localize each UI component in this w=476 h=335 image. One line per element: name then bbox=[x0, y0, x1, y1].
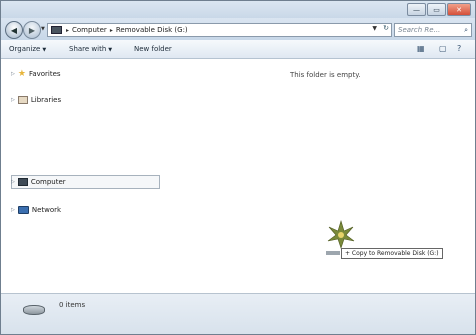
empty-folder-message: This folder is empty. bbox=[290, 71, 361, 79]
sidebar-item-label: Favorites bbox=[28, 70, 61, 78]
expand-icon[interactable]: ▷ bbox=[11, 207, 15, 213]
chevron-down-icon: ▼ bbox=[42, 47, 47, 53]
dragged-image-icon[interactable] bbox=[327, 219, 355, 249]
minimize-button[interactable]: — bbox=[407, 3, 426, 16]
expand-icon[interactable]: ▷ bbox=[11, 179, 15, 185]
drag-preview-strip bbox=[326, 251, 340, 255]
address-bar[interactable]: ▸ Computer ▸ Removable Disk (G:) ▼ ↻ bbox=[47, 23, 392, 37]
library-icon bbox=[17, 96, 28, 104]
search-icon[interactable]: ⌕ bbox=[464, 26, 468, 35]
address-dropdown-icon[interactable]: ▼ bbox=[372, 25, 377, 32]
explorer-window: — ▭ ✕ ◀ ▶ ▼ ▸ Computer ▸ Removable Disk … bbox=[0, 0, 476, 335]
file-list-pane[interactable]: This folder is empty. + Copy to Removabl… bbox=[162, 59, 475, 294]
sidebar-item-network[interactable]: ▷ Network bbox=[11, 206, 61, 214]
share-with-label: Share with bbox=[69, 45, 107, 53]
forward-button[interactable]: ▶ bbox=[23, 21, 41, 39]
organize-button[interactable]: Organize ▼ bbox=[9, 45, 46, 53]
network-icon bbox=[17, 206, 29, 214]
sidebar-item-label: Network bbox=[31, 206, 62, 214]
command-bar: Organize ▼ Share with ▼ New folder ▦ ▢ ? bbox=[1, 40, 475, 59]
drag-copy-tooltip: + Copy to Removable Disk (G:) bbox=[341, 248, 443, 259]
title-bar: — ▭ ✕ bbox=[1, 1, 475, 18]
breadcrumb-computer[interactable]: Computer bbox=[72, 26, 107, 34]
search-placeholder: Search Re... bbox=[398, 26, 441, 34]
help-icon[interactable]: ? bbox=[457, 44, 461, 53]
sidebar-item-libraries[interactable]: ▷ Libraries bbox=[11, 96, 61, 104]
navigation-pane: ▷ ★ Favorites ▷ Libraries ▷ Computer ▷ N… bbox=[1, 59, 161, 294]
share-with-button[interactable]: Share with ▼ bbox=[69, 45, 112, 53]
sidebar-item-favorites[interactable]: ▷ ★ Favorites bbox=[11, 69, 61, 79]
computer-icon bbox=[51, 26, 62, 34]
breadcrumb-removable-disk[interactable]: Removable Disk (G:) bbox=[116, 26, 188, 34]
organize-label: Organize bbox=[9, 45, 41, 53]
maximize-button[interactable]: ▭ bbox=[427, 3, 446, 16]
sidebar-item-label: Computer bbox=[30, 178, 66, 186]
sidebar-item-computer[interactable]: ▷ Computer bbox=[11, 178, 66, 186]
change-view-icon[interactable]: ▦ bbox=[417, 44, 425, 53]
computer-icon bbox=[17, 178, 28, 186]
search-input[interactable]: Search Re... ⌕ bbox=[394, 23, 472, 37]
new-folder-button[interactable]: New folder bbox=[134, 45, 172, 53]
recent-pages-dropdown[interactable]: ▼ bbox=[41, 26, 45, 32]
breadcrumb: ▸ Computer ▸ Removable Disk (G:) bbox=[66, 26, 188, 34]
item-count: 0 items bbox=[59, 301, 86, 309]
details-pane: 0 items bbox=[1, 293, 475, 334]
sidebar-item-label: Libraries bbox=[30, 96, 62, 104]
close-button[interactable]: ✕ bbox=[447, 3, 471, 16]
refresh-icon[interactable]: ↻ bbox=[383, 24, 389, 32]
breadcrumb-separator[interactable]: ▸ bbox=[110, 27, 113, 34]
breadcrumb-separator[interactable]: ▸ bbox=[66, 27, 69, 34]
window-controls: — ▭ ✕ bbox=[407, 3, 471, 16]
expand-icon[interactable]: ▷ bbox=[11, 71, 15, 77]
navigation-bar: ◀ ▶ ▼ ▸ Computer ▸ Removable Disk (G:) ▼… bbox=[1, 18, 475, 40]
expand-icon[interactable]: ▷ bbox=[11, 97, 15, 103]
removable-disk-icon bbox=[23, 305, 45, 315]
back-button[interactable]: ◀ bbox=[5, 21, 23, 39]
star-icon: ★ bbox=[17, 69, 26, 79]
preview-pane-icon[interactable]: ▢ bbox=[439, 44, 447, 53]
chevron-down-icon: ▼ bbox=[108, 47, 113, 53]
